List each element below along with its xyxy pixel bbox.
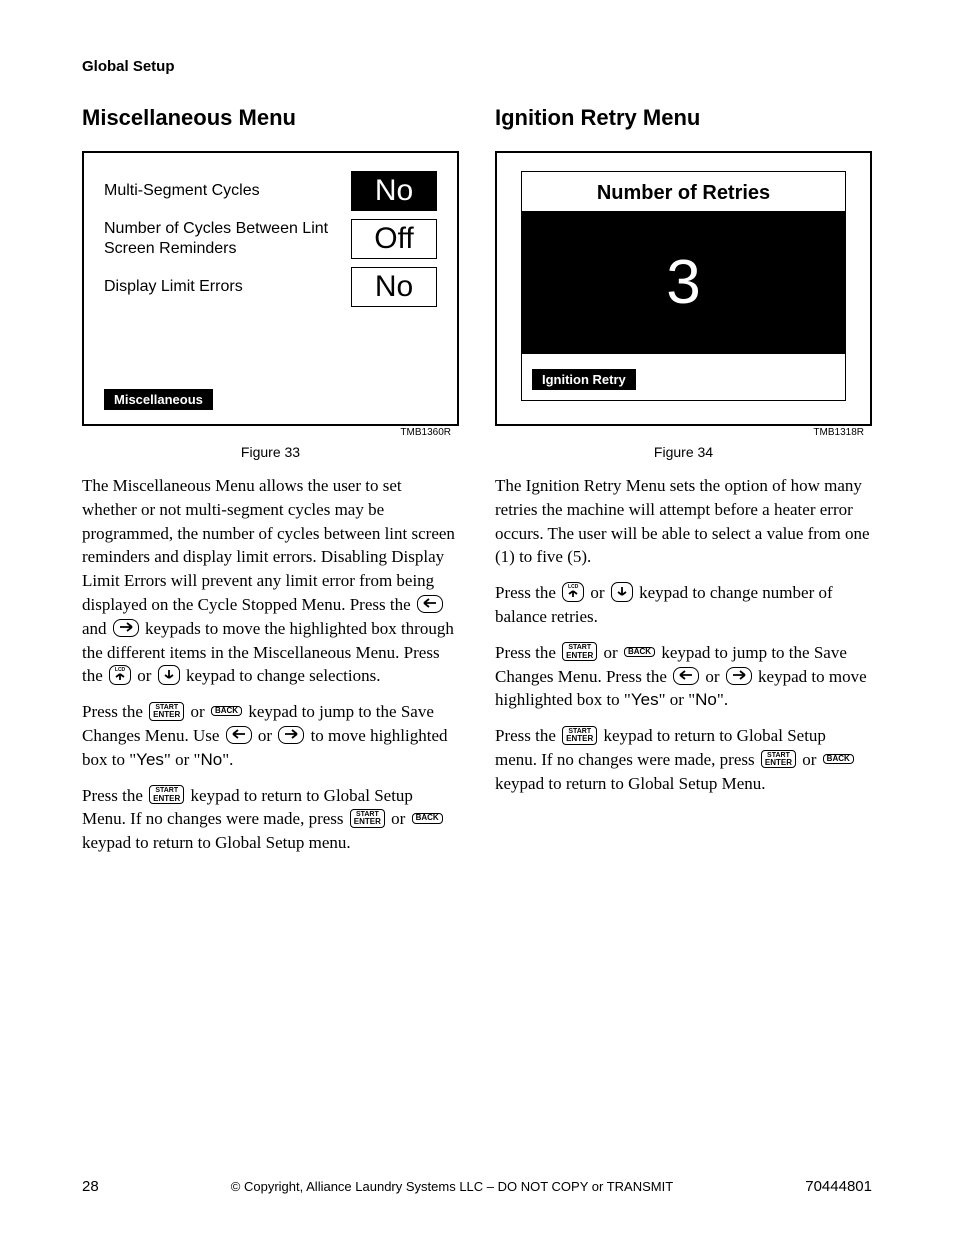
left-para-2: Press the STARTENTER or BACK keypad to j… — [82, 700, 459, 771]
down-arrow-icon — [611, 582, 633, 602]
copyright-text: © Copyright, Alliance Laundry Systems LL… — [99, 1179, 806, 1194]
right-para-2: Press the LCD or keypad to change number… — [495, 581, 872, 629]
left-arrow-icon — [673, 667, 699, 685]
figure-33: Multi-Segment Cycles No Number of Cycles… — [82, 151, 459, 426]
fig33-tab: Miscellaneous — [104, 389, 213, 410]
fig34-value: 3 — [522, 211, 845, 354]
right-arrow-icon — [726, 667, 752, 685]
right-para-4: Press the STARTENTER keypad to return to… — [495, 724, 872, 795]
start-enter-key-icon: STARTENTER — [149, 702, 184, 721]
fig33-caption: Figure 33 — [82, 444, 459, 460]
start-enter-key-icon: STARTENTER — [350, 809, 385, 828]
right-para-1: The Ignition Retry Menu sets the option … — [495, 474, 872, 569]
page-number: 28 — [82, 1178, 99, 1195]
start-enter-key-icon: STARTENTER — [562, 726, 597, 745]
section-header: Global Setup — [82, 58, 872, 75]
back-key-icon: BACK — [211, 706, 242, 716]
left-arrow-icon — [226, 726, 252, 744]
right-arrow-icon — [278, 726, 304, 744]
start-enter-key-icon: STARTENTER — [562, 642, 597, 661]
left-para-3: Press the STARTENTER keypad to return to… — [82, 784, 459, 855]
back-key-icon: BACK — [823, 754, 854, 764]
left-para-1: The Miscellaneous Menu allows the user t… — [82, 474, 459, 688]
fig34-caption: Figure 34 — [495, 444, 872, 460]
fig33-row3-value: No — [351, 267, 437, 307]
fig34-tab: Ignition Retry — [532, 369, 636, 390]
start-enter-key-icon: STARTENTER — [149, 785, 184, 804]
fig34-title: Number of Retries — [522, 172, 845, 211]
fig33-row3-label: Display Limit Errors — [104, 277, 351, 297]
right-arrow-icon — [113, 619, 139, 637]
fig33-row2-label: Number of Cycles Between Lint Screen Rem… — [104, 219, 351, 259]
down-arrow-icon — [158, 665, 180, 685]
left-title: Miscellaneous Menu — [82, 105, 459, 131]
up-arrow-icon: LCD — [109, 665, 131, 685]
back-key-icon: BACK — [412, 813, 443, 823]
back-key-icon: BACK — [624, 647, 655, 657]
left-arrow-icon — [417, 595, 443, 613]
right-title: Ignition Retry Menu — [495, 105, 872, 131]
up-arrow-icon: LCD — [562, 582, 584, 602]
fig33-row2-value: Off — [351, 219, 437, 259]
doc-number: 70444801 — [805, 1178, 872, 1195]
fig34-code: TMB1318R — [813, 427, 864, 438]
fig33-row1-label: Multi-Segment Cycles — [104, 181, 351, 201]
figure-34: Number of Retries 3 Ignition Retry TMB13… — [495, 151, 872, 426]
page-footer: 28 © Copyright, Alliance Laundry Systems… — [0, 1178, 954, 1195]
start-enter-key-icon: STARTENTER — [761, 750, 796, 769]
fig33-code: TMB1360R — [400, 427, 451, 438]
right-para-3: Press the STARTENTER or BACK keypad to j… — [495, 641, 872, 712]
fig33-row1-value: No — [351, 171, 437, 211]
